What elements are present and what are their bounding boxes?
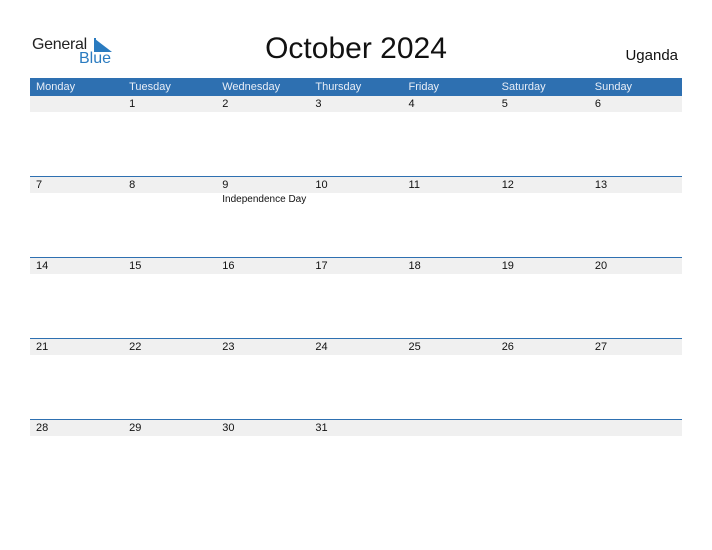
day-number: 4	[408, 98, 415, 110]
day-number: 25	[408, 341, 421, 353]
day-number: 17	[315, 260, 328, 272]
weekday-header: Monday Tuesday Wednesday Thursday Friday…	[30, 78, 682, 96]
day-cell: 26	[496, 338, 589, 419]
day-cell: 31	[309, 419, 402, 500]
day-cell: 7	[30, 176, 123, 257]
day-number: 6	[594, 98, 601, 110]
day-cell: 3	[309, 96, 402, 177]
day-number: 2	[222, 98, 229, 110]
week-row: 28 29 30 31	[30, 419, 682, 500]
day-cell: 8	[123, 176, 216, 257]
day-cell: 22	[123, 338, 216, 419]
weekday-monday: Monday	[36, 81, 76, 93]
calendar-title: October 2024	[265, 32, 447, 65]
day-number: 12	[501, 179, 514, 191]
day-cell: 27	[589, 338, 682, 419]
day-number: 29	[129, 422, 142, 434]
day-cell: 9 Independence Day	[216, 176, 309, 257]
weekday-wednesday: Wednesday	[222, 81, 281, 93]
day-cell: 30	[216, 419, 309, 500]
day-number: 19	[501, 260, 514, 272]
holiday-label: Independence Day	[222, 194, 307, 205]
day-number: 7	[36, 179, 43, 191]
day-number: 23	[222, 341, 235, 353]
day-cell: 2	[216, 96, 309, 177]
weekday-friday: Friday	[408, 81, 440, 93]
day-number: 30	[222, 422, 235, 434]
weekday-sunday: Sunday	[594, 81, 633, 93]
week-row: 21 22 23 24 25 26 27	[30, 338, 682, 419]
day-number: 15	[129, 260, 142, 272]
week-row: 7 8 9 Independence Day 10 11 12 13	[30, 176, 682, 257]
day-number: 5	[501, 98, 508, 110]
day-number: 11	[408, 179, 420, 191]
weekday-saturday: Saturday	[501, 81, 546, 93]
day-number: 24	[315, 341, 328, 353]
weekday-thursday: Thursday	[315, 81, 362, 93]
day-number: 18	[408, 260, 421, 272]
day-cell: 16	[216, 257, 309, 338]
day-number: 26	[501, 341, 514, 353]
day-cell: 18	[403, 257, 496, 338]
day-number: 8	[129, 179, 136, 191]
day-cell: 12	[496, 176, 589, 257]
day-number: 14	[36, 260, 49, 272]
day-cell: 14	[30, 257, 123, 338]
weekday-tuesday: Tuesday	[129, 81, 171, 93]
day-number: 20	[594, 260, 608, 272]
day-number: 13	[594, 179, 608, 191]
day-number: 16	[222, 260, 235, 272]
day-cell	[403, 419, 496, 500]
country-label: Uganda	[625, 47, 678, 64]
day-number: 27	[594, 341, 608, 353]
week-row: 1 2 3 4 5 6	[30, 96, 682, 177]
day-number: 3	[315, 98, 322, 110]
day-number: 31	[315, 422, 328, 434]
day-cell: 17	[309, 257, 402, 338]
day-cell: 25	[403, 338, 496, 419]
day-cell	[30, 96, 123, 177]
day-cell: 5	[496, 96, 589, 177]
day-cell: 15	[123, 257, 216, 338]
day-number: 10	[315, 179, 328, 191]
day-cell: 29	[123, 419, 216, 500]
week-row: 14 15 16 17 18 19 20	[30, 257, 682, 338]
day-number: 1	[129, 98, 136, 110]
day-cell: 28	[30, 419, 123, 500]
day-number: 9	[222, 179, 229, 191]
day-cell	[496, 419, 589, 500]
day-cell: 6	[589, 96, 682, 177]
day-number: 22	[129, 341, 142, 353]
day-cell	[589, 419, 682, 500]
day-cell: 11	[403, 176, 496, 257]
day-cell: 1	[123, 96, 216, 177]
day-number: 21	[36, 341, 49, 353]
day-cell: 21	[30, 338, 123, 419]
day-cell: 23	[216, 338, 309, 419]
day-cell: 13	[589, 176, 682, 257]
day-cell: 4	[403, 96, 496, 177]
day-number: 28	[36, 422, 49, 434]
day-cell: 24	[309, 338, 402, 419]
day-cell: 20	[589, 257, 682, 338]
day-cell: 10	[309, 176, 402, 257]
day-cell: 19	[496, 257, 589, 338]
